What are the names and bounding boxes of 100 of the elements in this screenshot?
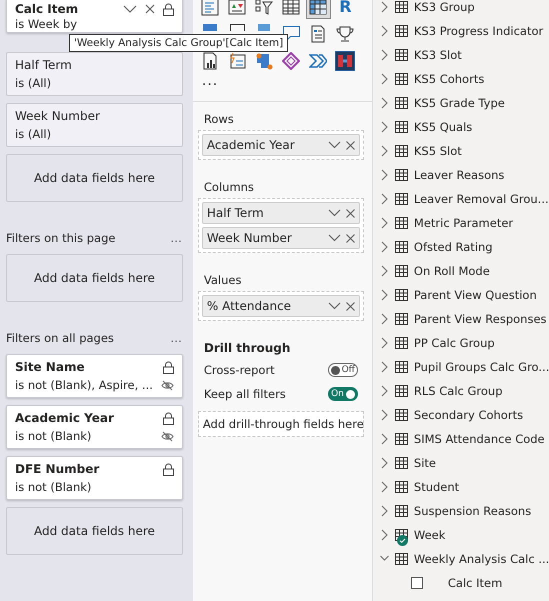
eye-slash-icon[interactable] bbox=[160, 430, 174, 442]
table-item[interactable]: RLS Calc Group bbox=[380, 379, 549, 403]
table-item[interactable]: Secondary Cohorts bbox=[380, 403, 549, 427]
field-pill[interactable]: Week Number bbox=[202, 227, 360, 249]
table-item[interactable]: KS3 Progress Indicator bbox=[380, 19, 549, 43]
field-pill[interactable]: Academic Year bbox=[202, 134, 360, 156]
drop-zone[interactable]: Add drill-through fields here bbox=[198, 411, 364, 437]
well-title: Values bbox=[204, 273, 242, 287]
chevron-icon[interactable] bbox=[380, 361, 389, 373]
chevron-icon[interactable] bbox=[380, 505, 389, 517]
close-icon[interactable] bbox=[346, 234, 355, 242]
toggle-switch[interactable]: On bbox=[328, 387, 358, 401]
table-item[interactable]: Ofsted Rating bbox=[380, 235, 549, 259]
table-item[interactable]: SIMS Attendance Code bbox=[380, 427, 549, 451]
chevron-icon[interactable] bbox=[380, 241, 389, 253]
table-item[interactable]: Parent View Responses bbox=[380, 307, 549, 331]
chevron-down-icon[interactable] bbox=[328, 209, 341, 217]
table-item[interactable]: Student bbox=[380, 475, 549, 499]
table-icon bbox=[394, 481, 408, 493]
close-icon[interactable] bbox=[346, 302, 355, 310]
r-visual-button[interactable]: R bbox=[332, 0, 358, 19]
chevron-icon[interactable] bbox=[380, 529, 389, 541]
chevron-icon[interactable] bbox=[380, 49, 389, 61]
lock-icon[interactable] bbox=[162, 462, 174, 476]
visual-type-button[interactable] bbox=[332, 48, 358, 73]
table-item[interactable]: Metric Parameter bbox=[380, 211, 549, 235]
table-item[interactable]: Week bbox=[380, 523, 549, 547]
chevron-icon[interactable] bbox=[380, 97, 389, 109]
table-item[interactable]: KS5 Slot bbox=[380, 139, 549, 163]
table-item[interactable]: Leaver Reasons bbox=[380, 163, 549, 187]
table-item[interactable]: Suspension Reasons bbox=[380, 499, 549, 523]
chevron-icon[interactable] bbox=[380, 73, 389, 85]
table-icon bbox=[394, 217, 408, 229]
table-icon bbox=[394, 121, 408, 133]
table-icon bbox=[394, 553, 408, 565]
filter-field-name: Site Name bbox=[15, 360, 86, 374]
chevron-icon[interactable] bbox=[380, 481, 389, 493]
table-item[interactable]: KS3 Group bbox=[380, 0, 549, 19]
lock-icon[interactable] bbox=[162, 2, 174, 16]
filter-card[interactable]: DFE Number is not (Blank) bbox=[6, 456, 183, 500]
chevron-down-icon[interactable] bbox=[122, 4, 137, 14]
table-item[interactable]: Leaver Removal Grou... bbox=[380, 187, 549, 211]
more-options[interactable]: … bbox=[170, 331, 183, 345]
table-item[interactable]: KS5 Cohorts bbox=[380, 67, 549, 91]
chevron-icon[interactable] bbox=[380, 457, 389, 469]
drop-zone[interactable]: Add data fields here bbox=[6, 507, 183, 555]
chevron-down-icon[interactable] bbox=[328, 234, 341, 242]
lock-icon[interactable] bbox=[162, 360, 174, 374]
chevron-icon[interactable] bbox=[380, 409, 389, 421]
chevron-icon[interactable] bbox=[380, 289, 389, 301]
more-visuals[interactable]: ··· bbox=[202, 77, 364, 93]
chevron-icon[interactable] bbox=[380, 337, 389, 349]
chevron-icon[interactable] bbox=[380, 217, 389, 229]
table-item[interactable]: KS3 Slot bbox=[380, 43, 549, 67]
filter-card[interactable]: Calc Item is Week by bbox=[6, 0, 183, 33]
table-icon bbox=[394, 361, 408, 373]
chevron-icon[interactable] bbox=[380, 169, 389, 181]
field-item[interactable]: Calc Item bbox=[380, 571, 549, 595]
lock-icon[interactable] bbox=[162, 412, 174, 424]
table-name: Parent View Question bbox=[414, 288, 537, 302]
eye-slash-icon[interactable] bbox=[160, 380, 174, 390]
close-icon[interactable] bbox=[346, 140, 355, 150]
checkbox[interactable] bbox=[410, 577, 423, 589]
chevron-icon[interactable] bbox=[380, 1, 389, 13]
close-icon[interactable] bbox=[144, 4, 155, 14]
filter-value: is not (Blank) bbox=[15, 480, 92, 494]
toggle-switch[interactable]: Off bbox=[328, 363, 358, 377]
table-item[interactable]: Site bbox=[380, 451, 549, 475]
table-item[interactable]: PP Calc Group bbox=[380, 331, 549, 355]
drop-zone[interactable]: Add data fields here bbox=[6, 154, 183, 202]
more-options[interactable]: … bbox=[170, 231, 183, 245]
table-item[interactable]: Weekly Analysis Calc ... bbox=[380, 547, 549, 571]
chevron-down-icon[interactable] bbox=[328, 141, 341, 149]
table-name: RLS Calc Group bbox=[414, 384, 503, 398]
shape-icon bbox=[258, 24, 270, 31]
chevron-icon[interactable] bbox=[380, 25, 389, 37]
chevron-icon[interactable] bbox=[380, 313, 389, 325]
chevron-icon[interactable] bbox=[380, 145, 389, 157]
table-item[interactable]: KS5 Grade Type bbox=[380, 91, 549, 115]
filter-card[interactable]: Half Term is (All) bbox=[6, 52, 183, 96]
filter-card[interactable]: Site Name is not (Blank), Aspire, ... bbox=[6, 354, 183, 398]
field-pill[interactable]: % Attendance bbox=[202, 295, 360, 317]
table-item[interactable]: Parent View Question bbox=[380, 283, 549, 307]
chevron-icon[interactable] bbox=[380, 433, 389, 445]
chevron-icon[interactable] bbox=[380, 121, 389, 133]
well-title: Rows bbox=[204, 112, 235, 126]
drop-zone[interactable]: Add data fields here bbox=[6, 254, 183, 302]
table-item[interactable]: Pupil Groups Calc Gro... bbox=[380, 355, 549, 379]
filter-value: is not (Blank) bbox=[15, 429, 92, 443]
chevron-down-icon[interactable] bbox=[328, 302, 341, 310]
chevron-icon[interactable] bbox=[380, 385, 389, 397]
filter-card[interactable]: Academic Year is not (Blank) bbox=[6, 405, 183, 449]
chevron-icon[interactable] bbox=[380, 265, 389, 277]
chevron-icon[interactable] bbox=[380, 193, 389, 205]
visual-type-button[interactable] bbox=[306, 0, 331, 19]
filter-card[interactable]: Week Number is (All) bbox=[6, 103, 183, 147]
table-item[interactable]: KS5 Quals bbox=[380, 115, 549, 139]
close-icon[interactable] bbox=[346, 208, 355, 218]
table-item[interactable]: On Roll Mode bbox=[380, 259, 549, 283]
field-pill[interactable]: Half Term bbox=[202, 202, 360, 224]
